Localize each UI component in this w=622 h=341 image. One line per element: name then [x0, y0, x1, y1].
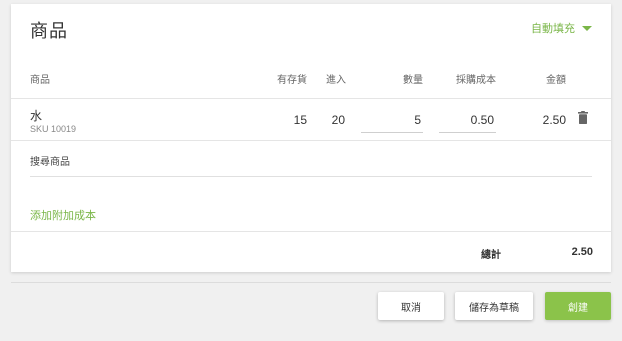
- header-in-stock: 有存貨: [277, 75, 307, 86]
- actions-divider: [11, 282, 611, 283]
- header-amount: 金額: [546, 75, 566, 86]
- item-amount: 2.50: [542, 113, 566, 127]
- header-purchase-cost: 採購成本: [456, 75, 496, 86]
- total-label: 總計: [481, 250, 501, 261]
- autofill-label: 自動填充: [531, 23, 575, 35]
- row-divider: [11, 140, 611, 141]
- purchase-cost-input[interactable]: 0.50: [439, 107, 496, 133]
- add-additional-cost-link[interactable]: 添加附加成本: [30, 207, 96, 223]
- search-product-input[interactable]: 搜尋商品: [30, 153, 70, 168]
- quantity-input[interactable]: 5: [361, 107, 423, 133]
- item-sku: SKU 10019: [30, 124, 77, 134]
- header-divider: [11, 98, 611, 99]
- item-in-stock: 15: [293, 113, 307, 127]
- save-draft-button[interactable]: 儲存為草稿: [455, 292, 533, 320]
- header-incoming: 進入: [326, 75, 346, 86]
- autofill-dropdown[interactable]: 自動填充: [531, 20, 592, 36]
- item-name: 水: [30, 109, 43, 123]
- search-underline: [30, 176, 592, 177]
- item-incoming: 20: [331, 113, 345, 127]
- header-quantity: 數量: [403, 75, 423, 86]
- caret-down-icon: [582, 25, 592, 31]
- products-card: 商品 自動填充 商品 有存貨 進入 數量 採購成本 金額 水 SKU 10019…: [11, 4, 611, 272]
- total-value: 2.50: [571, 246, 593, 258]
- card-title: 商品: [30, 21, 68, 41]
- trash-icon[interactable]: [578, 111, 588, 124]
- cancel-button[interactable]: 取消: [378, 292, 444, 320]
- header-product: 商品: [30, 75, 50, 86]
- total-divider: [11, 231, 611, 232]
- create-button[interactable]: 創建: [545, 292, 611, 320]
